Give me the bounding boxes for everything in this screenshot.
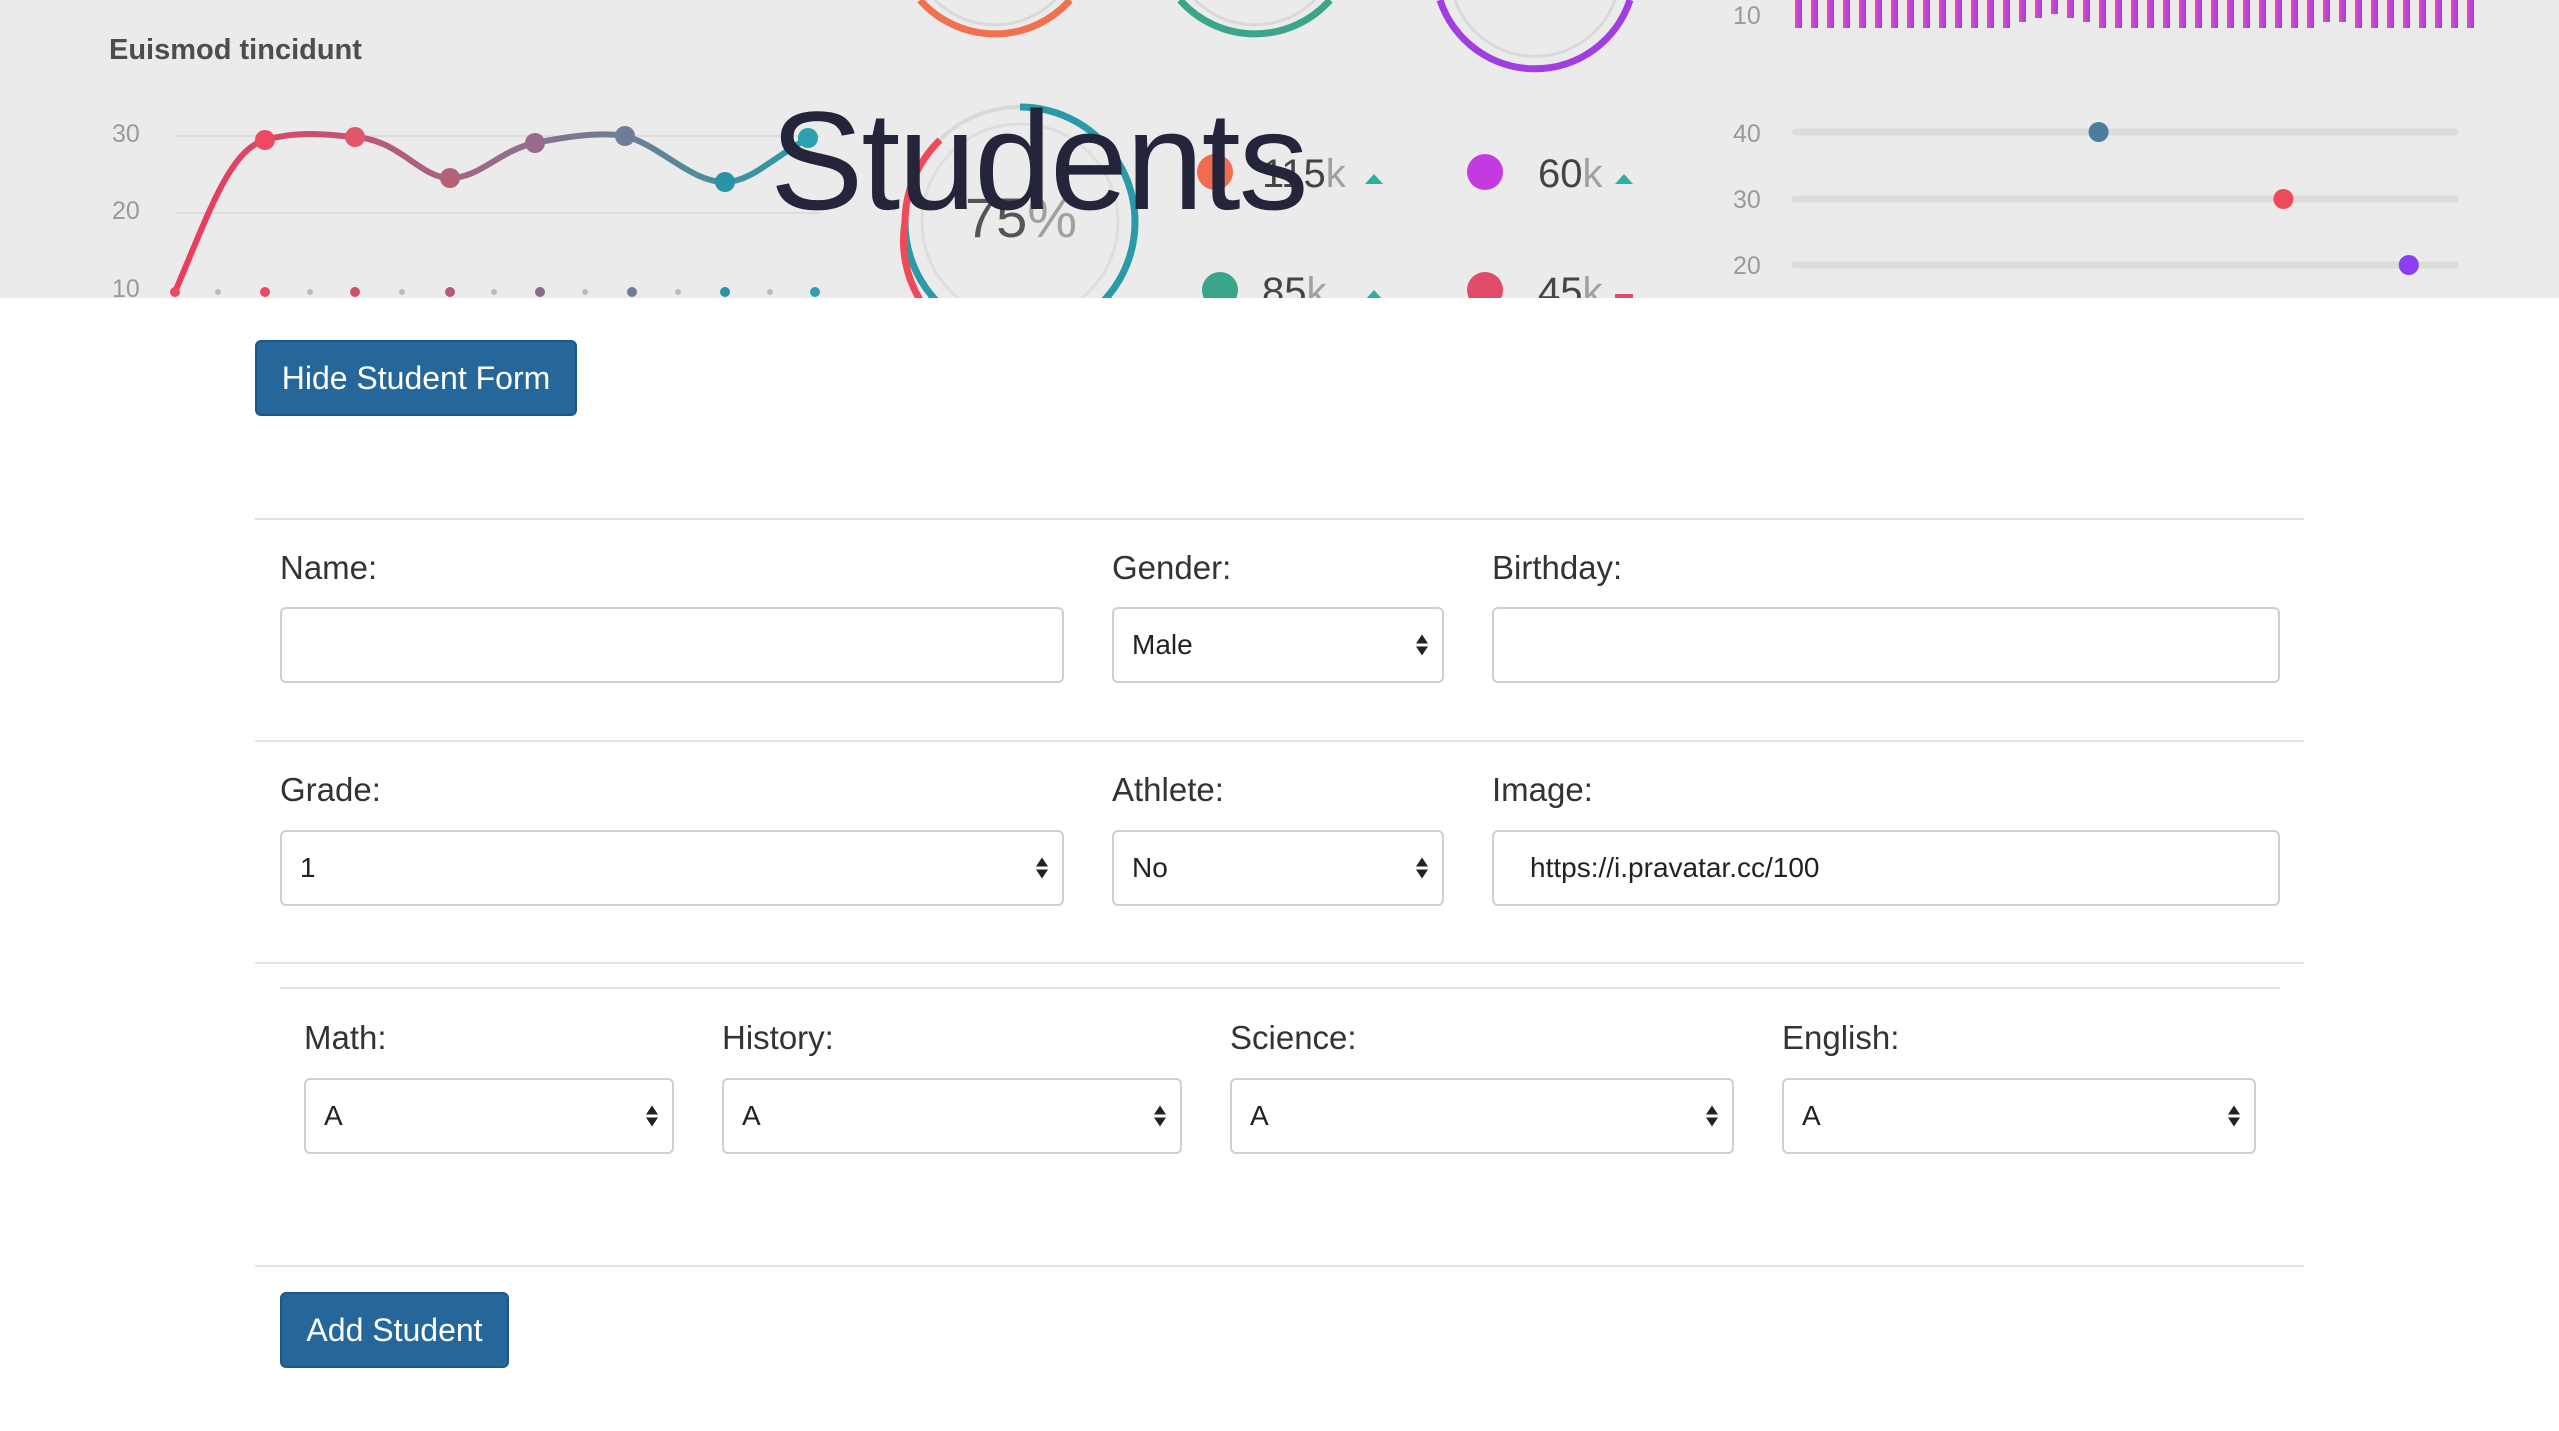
athlete-label: Athlete: bbox=[1112, 771, 1224, 808]
trend-up-icon bbox=[1366, 290, 1382, 298]
line-point bbox=[440, 168, 460, 188]
divider bbox=[255, 1265, 2304, 1267]
grade-select[interactable]: 1 bbox=[280, 830, 1064, 906]
select-arrows-icon bbox=[2228, 1105, 2240, 1127]
hero-banner: Euismod tincidunt 30 20 10 10 40 30 20 7… bbox=[0, 0, 2559, 298]
stat-dot bbox=[1202, 272, 1238, 298]
chart-title: Euismod tincidunt bbox=[109, 34, 362, 66]
stat-dot bbox=[1467, 272, 1503, 298]
select-arrows-icon bbox=[646, 1105, 658, 1127]
y-tick: 30 bbox=[112, 120, 140, 148]
bar-sparkline bbox=[1795, 0, 2474, 28]
english-select[interactable]: A bbox=[1782, 1078, 2256, 1154]
line-point bbox=[525, 133, 545, 153]
image-url-input[interactable]: https://i.pravatar.cc/100 bbox=[1492, 830, 2280, 906]
science-label: Science: bbox=[1230, 1019, 1357, 1056]
stat-dot bbox=[1467, 154, 1503, 190]
english-label: English: bbox=[1782, 1019, 1900, 1056]
select-arrows-icon bbox=[1036, 857, 1048, 879]
x-axis-dots bbox=[170, 287, 820, 297]
line-point bbox=[715, 172, 735, 192]
trend-up-icon bbox=[1615, 174, 1633, 184]
grade-label: Grade: bbox=[280, 771, 381, 808]
math-label: Math: bbox=[304, 1019, 387, 1056]
trend-up-icon bbox=[1365, 174, 1383, 184]
stat-value: 60k bbox=[1538, 152, 1603, 196]
divider bbox=[255, 740, 2304, 742]
y-tick: 10 bbox=[112, 275, 140, 298]
divider bbox=[255, 962, 2304, 964]
select-arrows-icon bbox=[1154, 1105, 1166, 1127]
birthday-label: Birthday: bbox=[1492, 549, 1623, 586]
slider-knob bbox=[2273, 189, 2294, 209]
slider-knob bbox=[2398, 255, 2419, 275]
athlete-select[interactable]: No bbox=[1112, 830, 1444, 906]
line-point bbox=[615, 126, 635, 146]
stat-value: 45k bbox=[1538, 270, 1603, 298]
divider bbox=[280, 987, 2280, 989]
trend-down-icon bbox=[1615, 294, 1633, 298]
y-tick: 40 bbox=[1733, 120, 1761, 148]
y-tick: 30 bbox=[1733, 186, 1761, 214]
birthday-input[interactable] bbox=[1492, 607, 2280, 683]
name-input[interactable] bbox=[280, 607, 1064, 683]
line-point bbox=[255, 130, 275, 150]
select-arrows-icon bbox=[1416, 857, 1428, 879]
math-select[interactable]: A bbox=[304, 1078, 674, 1154]
history-select[interactable]: A bbox=[722, 1078, 1182, 1154]
line-point bbox=[345, 127, 365, 147]
name-label: Name: bbox=[280, 549, 378, 586]
gender-select[interactable]: Male bbox=[1112, 607, 1444, 683]
image-label: Image: bbox=[1492, 771, 1593, 808]
page-title: Students bbox=[770, 82, 1309, 239]
slider-knob bbox=[2088, 122, 2109, 142]
hide-student-form-button[interactable]: Hide Student Form bbox=[255, 340, 577, 416]
add-student-button[interactable]: Add Student bbox=[280, 1292, 509, 1368]
gauge-arc bbox=[1436, 0, 1634, 73]
y-tick: 20 bbox=[1733, 252, 1761, 280]
gender-label: Gender: bbox=[1112, 549, 1232, 586]
select-arrows-icon bbox=[1416, 634, 1428, 656]
history-label: History: bbox=[722, 1019, 834, 1056]
divider bbox=[255, 518, 2304, 520]
stat-value: 85k bbox=[1262, 270, 1327, 298]
y-tick: 10 bbox=[1733, 2, 1761, 30]
y-tick: 20 bbox=[112, 197, 140, 225]
select-arrows-icon bbox=[1706, 1105, 1718, 1127]
science-select[interactable]: A bbox=[1230, 1078, 1734, 1154]
